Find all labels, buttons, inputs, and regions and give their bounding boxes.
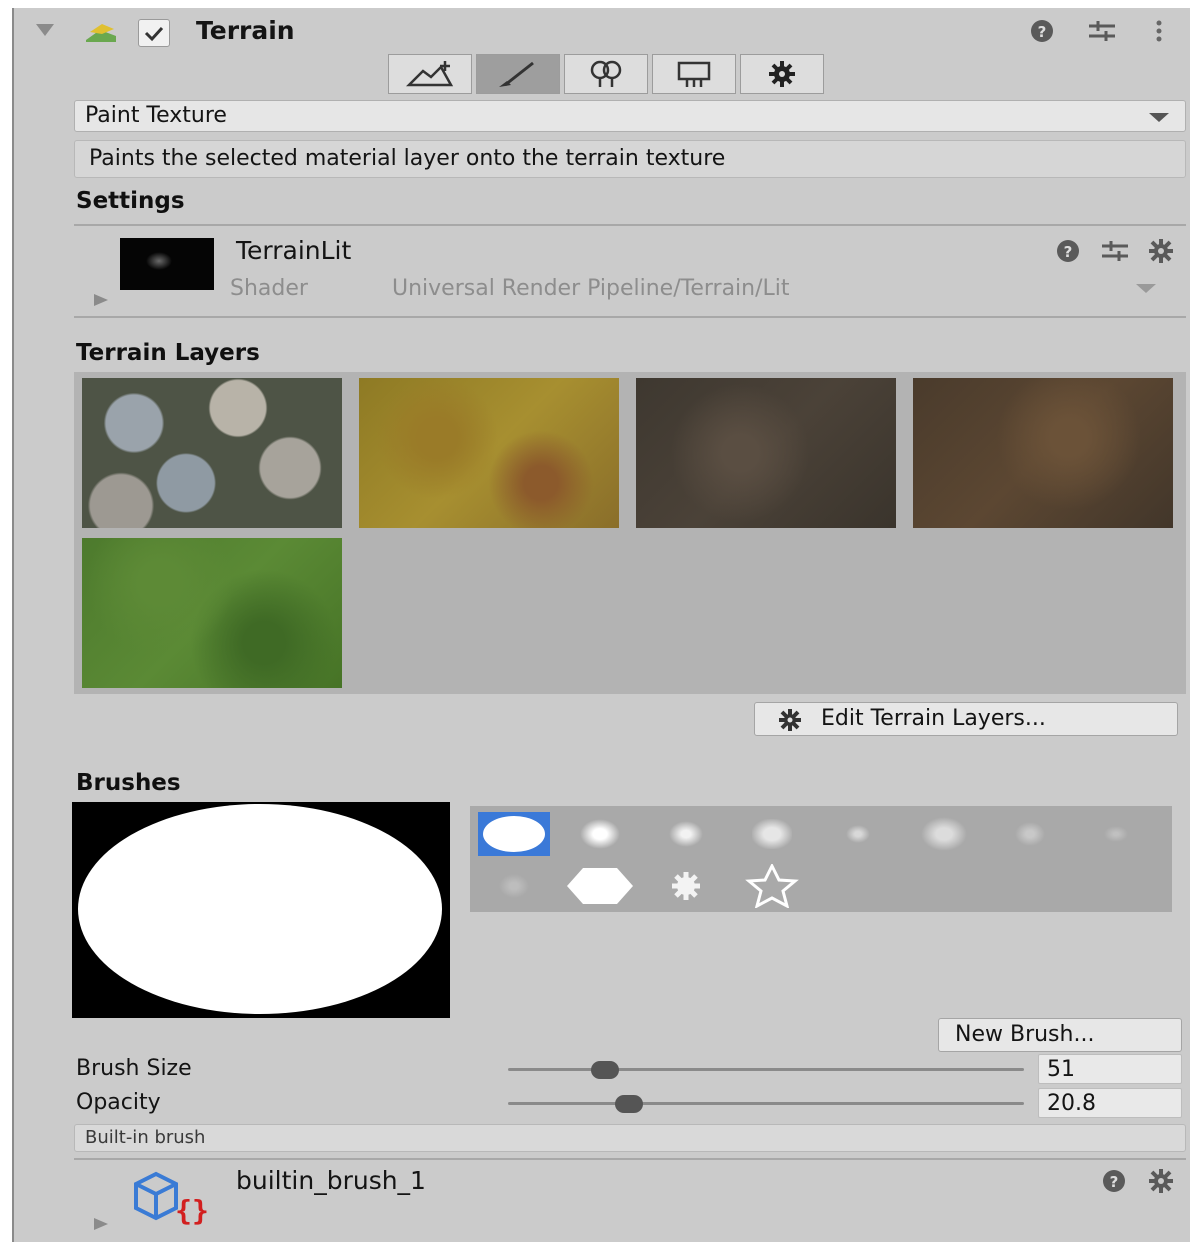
grass-detail-icon [677, 61, 711, 87]
opacity-label: Opacity [76, 1090, 161, 1115]
terrain-sculpt-icon [405, 61, 454, 87]
brush-preview [72, 802, 450, 1018]
foldout-arrow-icon[interactable] [36, 24, 54, 38]
scriptable-object-icon: {} [134, 1171, 209, 1226]
edit-terrain-layers-button[interactable]: Edit Terrain Layers... [754, 702, 1178, 736]
tree-icon [590, 60, 622, 87]
brushes-heading: Brushes [76, 770, 181, 796]
divider [74, 224, 1186, 226]
slider-track [508, 1102, 1024, 1105]
tab-paint[interactable] [476, 54, 560, 94]
brush-thumbnail[interactable] [564, 864, 636, 908]
shader-label: Shader [230, 276, 308, 301]
shader-dropdown[interactable]: Universal Render Pipeline/Terrain/Lit [384, 272, 1170, 304]
brush-asset-name: builtin_brush_1 [236, 1166, 426, 1195]
brush-thumbnail[interactable] [822, 812, 894, 856]
brush-thumbnail[interactable] [736, 812, 808, 856]
brush-thumbnail[interactable] [478, 812, 550, 856]
brush-thumbnail[interactable] [736, 864, 808, 908]
brush-thumbnail[interactable] [478, 864, 550, 908]
shader-dropdown-arrow-icon [1136, 284, 1156, 293]
material-settings-icon[interactable] [1146, 236, 1176, 266]
expand-arrow-icon[interactable] [94, 294, 110, 306]
terrain-layers-heading: Terrain Layers [76, 340, 260, 366]
tab-trees[interactable] [564, 54, 648, 94]
brush-size-slider[interactable] [508, 1060, 1024, 1080]
settings-heading: Settings [76, 188, 185, 214]
checkmark-icon [144, 26, 164, 42]
layer-thumbnail-rocks[interactable] [82, 378, 342, 528]
component-header: Terrain ? [14, 8, 1190, 52]
divider [74, 316, 1186, 318]
paint-brush-icon [499, 61, 534, 87]
material-preview[interactable] [120, 238, 214, 290]
tab-raise-lower[interactable] [388, 54, 472, 94]
brush-thumbnail[interactable] [650, 864, 722, 908]
slider-track [508, 1068, 1024, 1071]
brush-size-label: Brush Size [76, 1056, 192, 1081]
svg-text:{}: {} [175, 1194, 209, 1226]
material-presets-icon[interactable] [1100, 238, 1130, 264]
terrain-layers-grid [74, 372, 1186, 694]
layer-thumbnail-dry-grass[interactable] [359, 378, 619, 528]
gear-icon [769, 61, 795, 87]
layer-thumbnail-green-grass[interactable] [82, 538, 342, 688]
dropdown-arrow-icon [1149, 113, 1169, 122]
presets-icon[interactable] [1086, 18, 1120, 44]
brush-thumbnail[interactable] [650, 812, 722, 856]
brush-thumbnail[interactable] [564, 812, 636, 856]
opacity-field[interactable]: 20.8 [1038, 1088, 1182, 1118]
asset-help-icon[interactable]: ? [1100, 1168, 1130, 1194]
star-brush-icon [745, 864, 799, 908]
brush-thumbnail[interactable] [908, 812, 980, 856]
component-title: Terrain [196, 16, 295, 45]
brush-thumbnail[interactable] [994, 812, 1066, 856]
help-icon[interactable]: ? [1028, 18, 1058, 44]
layer-thumbnail-brown-dirt[interactable] [913, 378, 1173, 528]
gear-icon [779, 709, 801, 731]
tab-details[interactable] [652, 54, 736, 94]
enabled-checkbox[interactable] [138, 19, 170, 47]
slider-knob[interactable] [590, 1061, 619, 1079]
asset-settings-icon[interactable] [1146, 1166, 1176, 1196]
splat-brush-icon [672, 872, 700, 900]
brush-selection-grid [470, 806, 1172, 912]
opacity-slider[interactable] [508, 1094, 1024, 1114]
builtin-brush-banner: Built-in brush [74, 1124, 1186, 1152]
layer-thumbnail-dark-dirt[interactable] [636, 378, 896, 528]
dropdown-value: Paint Texture [85, 103, 227, 128]
divider [74, 1158, 1186, 1160]
slider-knob[interactable] [615, 1095, 644, 1113]
brush-thumbnail[interactable] [1080, 812, 1152, 856]
terrain-tool-tabs [388, 54, 828, 94]
new-brush-button[interactable]: New Brush... [938, 1018, 1182, 1052]
hexagon-brush-icon [567, 868, 633, 904]
svg-text:?: ? [1110, 1173, 1119, 1191]
tab-settings[interactable] [740, 54, 824, 94]
svg-text:?: ? [1038, 23, 1047, 41]
material-name: TerrainLit [236, 236, 352, 265]
brush-size-field[interactable]: 51 [1038, 1054, 1182, 1084]
material-help-icon[interactable]: ? [1054, 238, 1084, 264]
svg-text:?: ? [1064, 243, 1073, 261]
tool-description: Paints the selected material layer onto … [74, 140, 1186, 178]
terrain-inspector: Terrain ? Paint Texture Paints the selec… [12, 8, 1190, 1242]
kebab-menu-icon[interactable] [1152, 18, 1166, 44]
terrain-component-icon [86, 24, 116, 42]
expand-arrow-icon[interactable] [94, 1218, 110, 1230]
paint-mode-dropdown[interactable]: Paint Texture [74, 100, 1186, 132]
